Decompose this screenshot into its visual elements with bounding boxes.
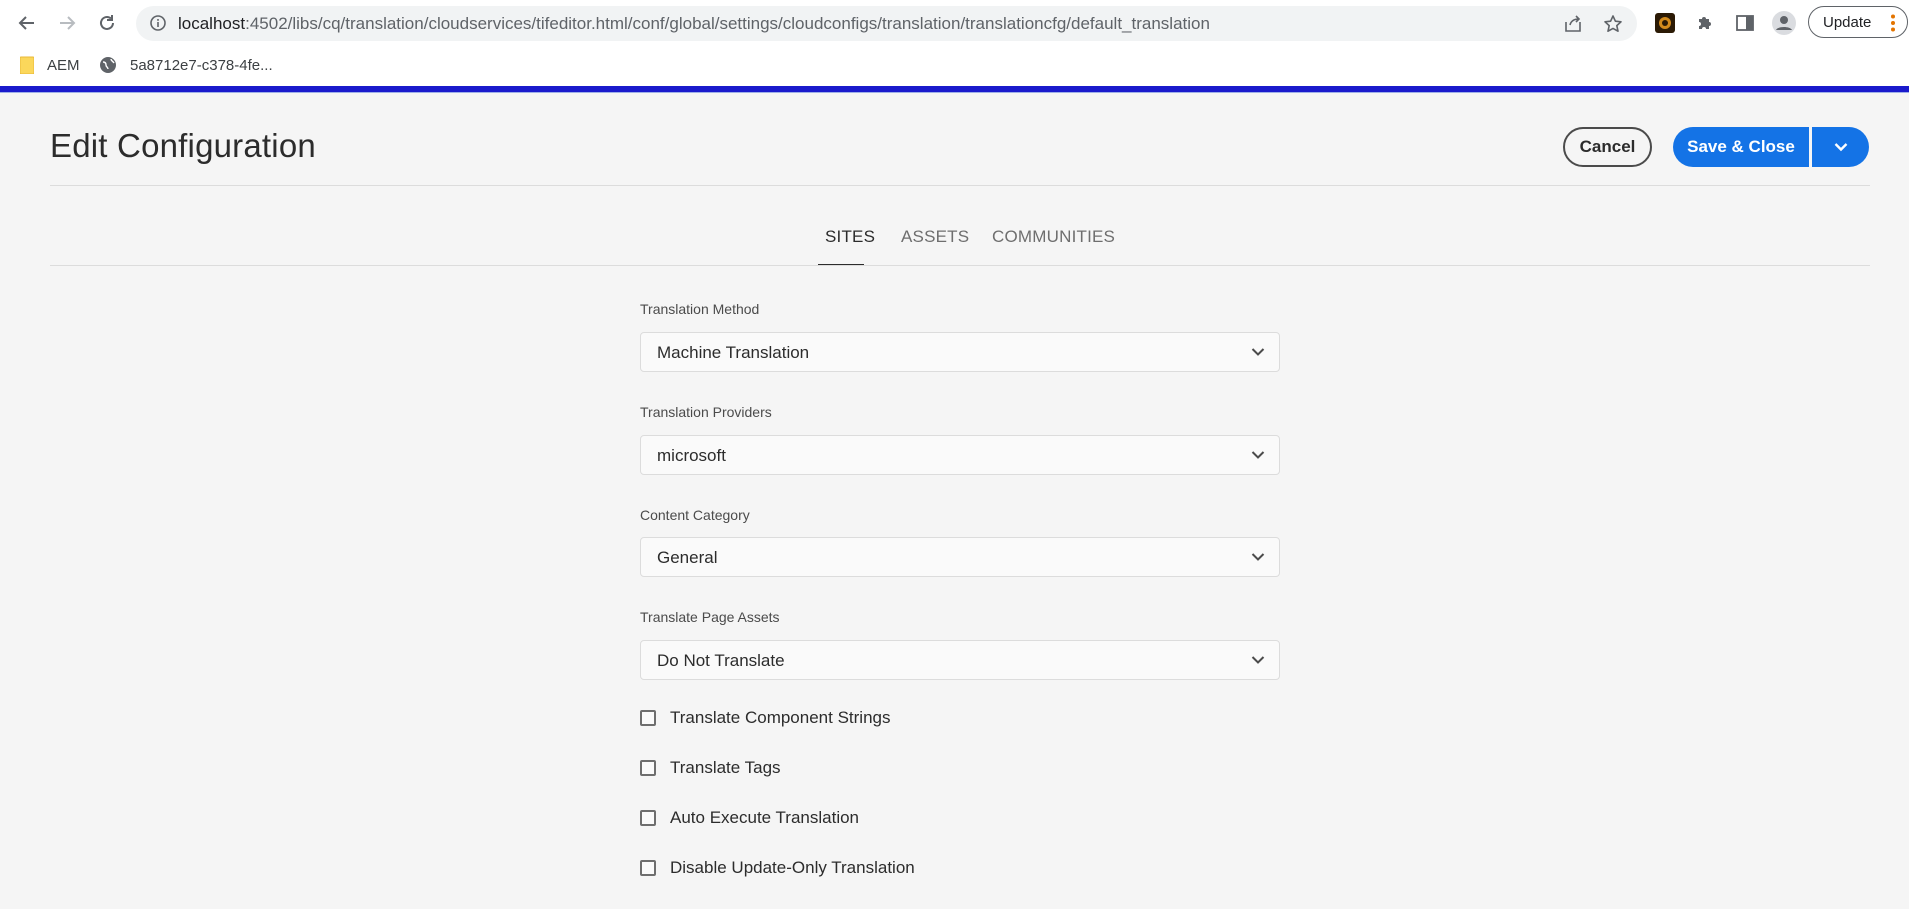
content-category-label: Content Category <box>640 507 750 523</box>
chevron-down-icon <box>1251 348 1265 356</box>
auto-execute-translation-option[interactable]: Auto Execute Translation <box>640 806 859 830</box>
tab-sites[interactable]: SITES <box>825 226 875 248</box>
url-text[interactable]: localhost:4502/libs/cq/translation/cloud… <box>178 14 1210 34</box>
bookmarks-bar: AEM 5a8712e7-c378-4fe... <box>0 46 1909 86</box>
bookmark-site[interactable]: 5a8712e7-c378-4fe... <box>99 54 273 76</box>
browser-toolbar: localhost:4502/libs/cq/translation/cloud… <box>0 0 1909 46</box>
cancel-button[interactable]: Cancel <box>1563 127 1652 167</box>
disable-update-only-translation-option[interactable]: Disable Update-Only Translation <box>640 856 915 880</box>
bookmark-label: AEM <box>47 56 80 74</box>
menu-dots-icon[interactable] <box>1890 14 1896 37</box>
translate-tags-option[interactable]: Translate Tags <box>640 756 781 780</box>
page-title: Edit Configuration <box>50 127 316 164</box>
translate-page-assets-label: Translate Page Assets <box>640 609 780 625</box>
chevron-down-icon <box>1251 553 1265 561</box>
checkbox-label: Translate Tags <box>670 758 781 777</box>
tab-communities[interactable]: COMMUNITIES <box>992 226 1115 248</box>
checkbox-label: Auto Execute Translation <box>670 808 860 827</box>
back-arrow-icon <box>18 16 34 30</box>
tabs-divider <box>50 265 1870 266</box>
url-path: :4502/libs/cq/translation/cloudservices/… <box>245 14 1210 33</box>
globe-icon <box>100 57 116 73</box>
translate-component-strings-checkbox[interactable] <box>640 710 656 726</box>
extension-avatar-icon[interactable] <box>1652 10 1678 36</box>
translation-method-label: Translation Method <box>640 301 760 317</box>
folder-icon <box>20 56 34 74</box>
translation-providers-select[interactable]: microsoft <box>640 435 1280 475</box>
disable-update-only-translation-checkbox[interactable] <box>640 860 656 876</box>
translate-tags-checkbox[interactable] <box>640 760 656 776</box>
chevron-down-icon <box>1251 451 1265 459</box>
address-bar[interactable]: localhost:4502/libs/cq/translation/cloud… <box>136 6 1637 41</box>
share-icon[interactable] <box>1563 14 1583 39</box>
select-value: Machine Translation <box>657 343 810 362</box>
translation-providers-label: Translation Providers <box>640 404 772 420</box>
chevron-down-icon <box>1834 143 1847 152</box>
reload-icon <box>100 15 114 30</box>
forward-arrow-icon <box>60 16 76 30</box>
save-and-close-button[interactable]: Save & Close <box>1673 127 1809 167</box>
translate-component-strings-option[interactable]: Translate Component Strings <box>640 706 890 730</box>
select-value: General <box>657 548 718 567</box>
checkbox-label: Translate Component Strings <box>670 708 891 727</box>
header-divider <box>50 185 1870 186</box>
bookmark-aem[interactable]: AEM <box>20 54 80 76</box>
site-info-icon[interactable] <box>149 14 167 37</box>
url-host: localhost <box>178 14 246 33</box>
profile-avatar-icon[interactable] <box>1771 10 1797 36</box>
bookmark-label: 5a8712e7-c378-4fe... <box>130 56 273 74</box>
extensions-puzzle-icon[interactable] <box>1692 10 1718 36</box>
tab-assets[interactable]: ASSETS <box>901 226 969 248</box>
back-button[interactable] <box>12 9 42 37</box>
translation-method-select[interactable]: Machine Translation <box>640 332 1280 372</box>
update-label: Update <box>1823 13 1872 31</box>
reload-button[interactable] <box>92 9 122 37</box>
content-category-select[interactable]: General <box>640 537 1280 577</box>
checkbox-label: Disable Update-Only Translation <box>670 858 915 877</box>
bookmark-star-icon[interactable] <box>1603 14 1623 39</box>
select-value: microsoft <box>657 446 726 465</box>
auto-execute-translation-checkbox[interactable] <box>640 810 656 826</box>
translate-page-assets-select[interactable]: Do Not Translate <box>640 640 1280 680</box>
select-value: Do Not Translate <box>657 651 785 670</box>
chevron-down-icon <box>1251 656 1265 664</box>
page-top-accent-bar <box>0 86 1909 93</box>
save-options-button[interactable] <box>1812 127 1869 167</box>
forward-button[interactable] <box>52 9 82 37</box>
side-panel-icon[interactable] <box>1732 10 1758 36</box>
